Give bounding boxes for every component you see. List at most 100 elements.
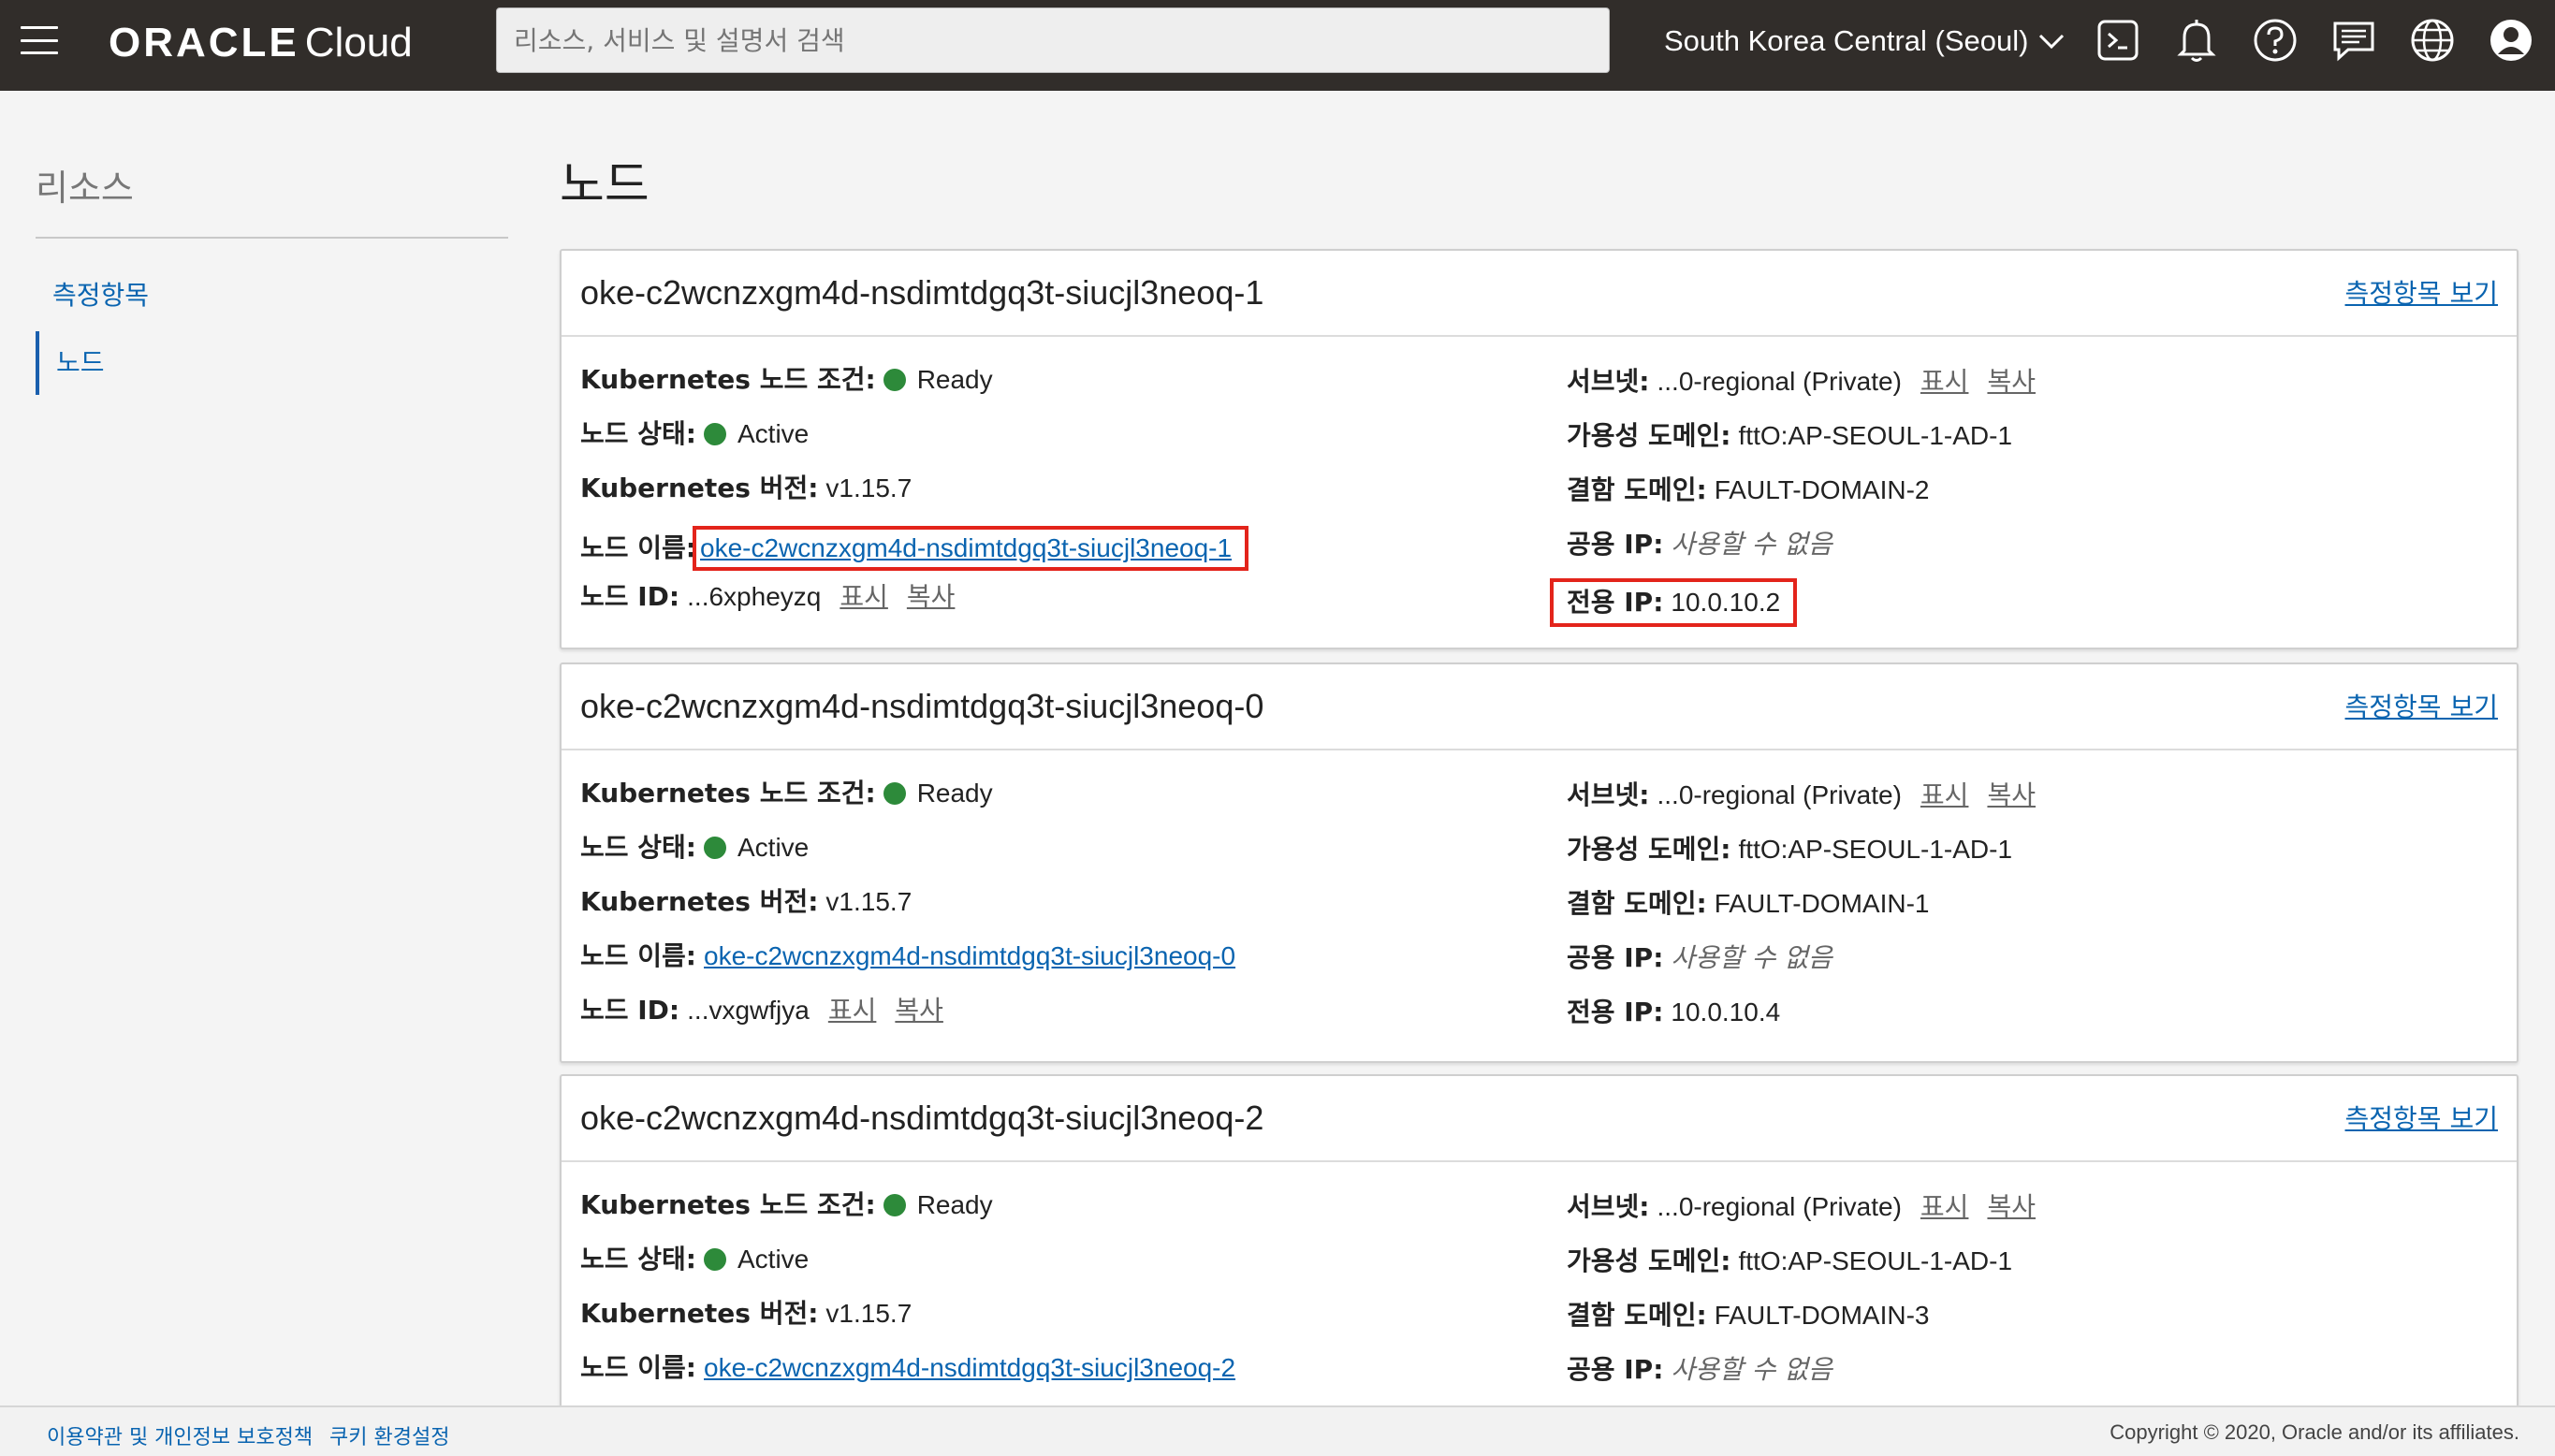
sidebar-divider <box>36 237 508 239</box>
copy-link[interactable]: 복사 <box>895 994 943 1027</box>
copyright-text: Copyright © 2020, Oracle and/or its affi… <box>2110 1420 2519 1444</box>
k8s-condition-label: Kubernetes 노드 조건: <box>580 778 876 808</box>
page-title: 노드 <box>560 157 650 213</box>
node-name-link[interactable]: oke-c2wcnzxgm4d-nsdimtdgq3t-siucjl3neoq-… <box>704 939 1235 973</box>
show-link[interactable]: 표시 <box>1920 779 1969 812</box>
cloud-shell-icon[interactable] <box>2095 17 2141 64</box>
copy-link[interactable]: 복사 <box>907 580 956 614</box>
node-name-row: 노드 이름: oke-c2wcnzxgm4d-nsdimtdgq3t-siucj… <box>580 526 1249 571</box>
k8s-condition-value: Ready <box>916 1190 993 1219</box>
copy-link[interactable]: 복사 <box>1987 779 2036 812</box>
subnet-value: ...0-regional (Private) <box>1657 780 1902 809</box>
node-card: oke-c2wcnzxgm4d-nsdimtdgq3t-siucjl3neoq-… <box>560 249 2518 649</box>
help-icon[interactable] <box>2252 17 2299 64</box>
search-input[interactable] <box>496 7 1610 73</box>
fault-domain-row: 결함 도메인: FAULT-DOMAIN-1 <box>1567 887 1929 921</box>
region-selector[interactable]: South Korea Central (Seoul) <box>1664 21 2066 62</box>
k8s-version-row: Kubernetes 버전: v1.15.7 <box>580 1297 912 1331</box>
k8s-condition-value: Ready <box>916 779 993 808</box>
show-link[interactable]: 표시 <box>1920 1190 1969 1224</box>
k8s-version-label: Kubernetes 버전: <box>580 473 819 503</box>
node-status-label: 노드 상태: <box>580 1244 696 1274</box>
subnet-row: 서브넷: ...0-regional (Private) 표시 복사 <box>1567 779 2036 812</box>
subnet-label: 서브넷: <box>1567 366 1650 397</box>
availability-domain-value: fttO:AP-SEOUL-1-AD-1 <box>1738 835 2013 864</box>
cookie-preferences-link[interactable]: 쿠키 환경설정 <box>329 1420 449 1450</box>
globe-icon[interactable] <box>2409 17 2456 64</box>
subnet-value: ...0-regional (Private) <box>1657 367 1902 396</box>
subnet-row: 서브넷: ...0-regional (Private) 표시 복사 <box>1567 365 2036 399</box>
sidebar-title: 리소스 <box>36 167 134 209</box>
private-ip-value: 10.0.10.2 <box>1671 588 1781 617</box>
node-card: oke-c2wcnzxgm4d-nsdimtdgq3t-siucjl3neoq-… <box>560 662 2518 1063</box>
node-status-value: Active <box>737 833 810 862</box>
status-dot-icon <box>883 369 906 391</box>
show-link[interactable]: 표시 <box>840 580 888 614</box>
status-dot-icon <box>883 1194 906 1216</box>
node-name-label: 노드 이름: <box>580 1352 696 1383</box>
public-ip-label: 공용 IP: <box>1567 1354 1664 1385</box>
availability-domain-label: 가용성 도메인: <box>1567 834 1731 865</box>
fault-domain-value: FAULT-DOMAIN-2 <box>1714 475 1930 504</box>
k8s-version-row: Kubernetes 버전: v1.15.7 <box>580 472 912 505</box>
public-ip-row: 공용 IP: 사용할 수 없음 <box>1567 528 1832 561</box>
node-status-row: 노드 상태: Active <box>580 1243 809 1276</box>
k8s-version-label: Kubernetes 버전: <box>580 886 819 917</box>
node-name-link[interactable]: oke-c2wcnzxgm4d-nsdimtdgq3t-siucjl3neoq-… <box>704 1351 1235 1385</box>
view-metrics-link[interactable]: 측정항목 보기 <box>2345 273 2498 311</box>
logo-product: Cloud <box>304 20 413 66</box>
k8s-version-value: v1.15.7 <box>825 1299 912 1328</box>
sidebar-item-metrics[interactable]: 측정항목 <box>36 264 508 328</box>
k8s-condition-row: Kubernetes 노드 조건: Ready <box>580 777 993 810</box>
copy-link[interactable]: 복사 <box>1987 365 2036 399</box>
status-dot-icon <box>704 1248 726 1271</box>
highlight-box: 전용 IP: 10.0.10.2 <box>1550 578 1798 627</box>
fault-domain-label: 결함 도메인: <box>1567 474 1707 505</box>
availability-domain-row: 가용성 도메인: fttO:AP-SEOUL-1-AD-1 <box>1567 419 2012 453</box>
subnet-value: ...0-regional (Private) <box>1657 1192 1902 1221</box>
k8s-condition-value: Ready <box>916 365 993 394</box>
node-name-row: 노드 이름: oke-c2wcnzxgm4d-nsdimtdgq3t-siucj… <box>580 1351 1235 1385</box>
availability-domain-row: 가용성 도메인: fttO:AP-SEOUL-1-AD-1 <box>1567 833 2012 866</box>
node-card-title: oke-c2wcnzxgm4d-nsdimtdgq3t-siucjl3neoq-… <box>580 1099 1264 1137</box>
public-ip-value: 사용할 수 없음 <box>1671 1354 1832 1385</box>
node-status-row: 노드 상태: Active <box>580 831 809 865</box>
view-metrics-link[interactable]: 측정항목 보기 <box>2345 1099 2498 1136</box>
hamburger-menu-icon[interactable] <box>21 26 58 54</box>
bell-icon[interactable] <box>2173 17 2220 64</box>
k8s-version-label: Kubernetes 버전: <box>580 1298 819 1329</box>
node-id-value: ...vxgwfjya <box>687 996 810 1025</box>
node-status-value: Active <box>737 419 810 448</box>
node-id-row: 노드 ID: ...6xpheyzq 표시 복사 <box>580 580 955 614</box>
view-metrics-link[interactable]: 측정항목 보기 <box>2345 687 2498 724</box>
availability-domain-label: 가용성 도메인: <box>1567 420 1731 451</box>
private-ip-row: 전용 IP: 10.0.10.2 <box>1550 578 1798 627</box>
page-footer: 이용약관 및 개인정보 보호정책 쿠키 환경설정 Copyright © 202… <box>0 1405 2555 1456</box>
node-status-row: 노드 상태: Active <box>580 417 809 451</box>
chat-icon[interactable] <box>2330 17 2377 64</box>
availability-domain-value: fttO:AP-SEOUL-1-AD-1 <box>1738 1246 2013 1275</box>
k8s-version-value: v1.15.7 <box>825 473 912 502</box>
subnet-label: 서브넷: <box>1567 779 1650 810</box>
node-card-header: oke-c2wcnzxgm4d-nsdimtdgq3t-siucjl3neoq-… <box>562 664 2517 750</box>
subnet-row: 서브넷: ...0-regional (Private) 표시 복사 <box>1567 1190 2036 1224</box>
show-link[interactable]: 표시 <box>1920 365 1969 399</box>
public-ip-row: 공용 IP: 사용할 수 없음 <box>1567 1353 1832 1387</box>
oracle-cloud-logo[interactable]: ORACLE Cloud <box>109 17 413 69</box>
k8s-condition-row: Kubernetes 노드 조건: Ready <box>580 1188 993 1222</box>
copy-link[interactable]: 복사 <box>1987 1190 2036 1224</box>
sidebar-item-nodes[interactable]: 노드 <box>36 331 508 395</box>
k8s-version-value: v1.15.7 <box>825 887 912 916</box>
node-card-header: oke-c2wcnzxgm4d-nsdimtdgq3t-siucjl3neoq-… <box>562 1076 2517 1162</box>
private-ip-row: 전용 IP: 10.0.10.4 <box>1567 996 1780 1029</box>
node-card: oke-c2wcnzxgm4d-nsdimtdgq3t-siucjl3neoq-… <box>560 1074 2518 1411</box>
status-dot-icon <box>883 782 906 805</box>
availability-domain-value: fttO:AP-SEOUL-1-AD-1 <box>1738 421 2013 450</box>
node-name-link[interactable]: oke-c2wcnzxgm4d-nsdimtdgq3t-siucjl3neoq-… <box>700 533 1232 562</box>
fault-domain-value: FAULT-DOMAIN-3 <box>1714 1301 1930 1330</box>
private-ip-label: 전용 IP: <box>1567 587 1664 618</box>
public-ip-row: 공용 IP: 사용할 수 없음 <box>1567 941 1832 975</box>
show-link[interactable]: 표시 <box>828 994 877 1027</box>
terms-privacy-link[interactable]: 이용약관 및 개인정보 보호정책 <box>47 1420 313 1450</box>
user-icon[interactable] <box>2488 17 2534 64</box>
